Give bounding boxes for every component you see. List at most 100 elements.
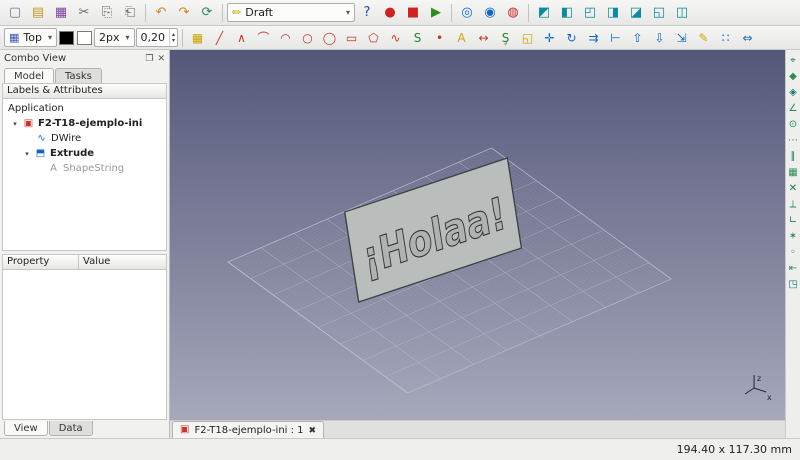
zoom-box-icon[interactable]: ◉ [479,3,501,23]
3d-view-canvas[interactable]: ¡Holaa! z x [170,50,785,420]
status-bar: 194.40 x 117.30 mm [0,438,800,460]
snap-angle-icon[interactable]: ∠ [786,102,800,116]
line-width-selector[interactable]: 2px ▾ [93,28,135,47]
spin-down-icon[interactable]: ▾ [172,37,175,44]
cut-icon[interactable]: ✂ [73,3,95,23]
view-bottom-icon[interactable]: ◱ [648,3,670,23]
draft-fillet-icon[interactable]: ⌒ [253,29,274,47]
expand-arrow-icon[interactable]: ▾ [11,120,19,128]
property-view-tabs: View Data [2,420,167,438]
snap-intersection-icon[interactable]: ✕ [786,182,800,196]
new-file-icon[interactable]: ▢ [4,3,26,23]
zoom-fit-all-icon[interactable]: ◎ [456,3,478,23]
snap-perpendicular-icon[interactable]: ⟂ [786,198,800,212]
document-tab[interactable]: ▣ F2-T18-ejemplo-ini : 1 ✖ [172,421,325,438]
macro-stop-icon[interactable]: ■ [402,3,424,23]
redo-icon[interactable]: ↷ [173,3,195,23]
open-file-icon[interactable]: ▤ [27,3,49,23]
workbench-selector[interactable]: ✏ Draft ▾ [227,3,355,22]
macro-record-icon[interactable]: ● [379,3,401,23]
workbench-selector-value: Draft [245,6,273,19]
draft-polyline-icon[interactable]: ∧ [231,29,252,47]
snap-near-icon[interactable]: ◦ [786,246,800,260]
macro-play-icon[interactable]: ▶ [425,3,447,23]
refresh-icon[interactable]: ⟳ [196,3,218,23]
undo-icon[interactable]: ↶ [150,3,172,23]
tab-data[interactable]: Data [48,421,93,436]
view-left-icon[interactable]: ◫ [671,3,693,23]
draft-rectangle-icon[interactable]: ▭ [341,29,362,47]
view-front-icon[interactable]: ◧ [556,3,578,23]
tab-view[interactable]: View [4,421,48,436]
close-tab-icon[interactable]: ✖ [309,425,317,436]
scale-spinbox[interactable]: 0,20 ▴ ▾ [135,28,179,47]
snap-center-icon[interactable]: ⊙ [786,118,800,132]
draft-scale-icon[interactable]: ⇲ [671,29,692,47]
3d-viewport[interactable]: ¡Holaa! z x [170,50,785,420]
property-column-header[interactable]: Property [2,254,78,270]
toolbar-standard: ▢ ▤ ▦ ✂ ⎘ ⎗ ↶ ↷ ⟳ ✏ Draft ▾ ? ● ■ ▶ ◎ ◉ ◍ ◩ ◧ ◰ ◨ ◪ ◱ ◫ [0,0,800,26]
tree-item-dwire[interactable]: ∿ DWire [3,131,166,146]
draft-trimex-icon[interactable]: ⊢ [605,29,626,47]
float-panel-icon[interactable]: ❐ [145,54,153,64]
draft-point-icon[interactable]: • [429,29,450,47]
draft-line-icon[interactable]: ╱ [209,29,230,47]
draft-ellipse-icon[interactable]: ◯ [319,29,340,47]
draft-mirror-icon[interactable]: ⇔ [737,29,758,47]
draft-arc-icon[interactable]: ◠ [275,29,296,47]
snap-endpoint-icon[interactable]: ◆ [786,70,800,84]
snap-ortho-icon[interactable]: ∟ [786,214,800,228]
tree-item-extrude[interactable]: ▾ ⬒ Extrude [3,146,166,161]
snap-extension-icon[interactable]: ⋯ [786,134,800,148]
draw-style-icon[interactable]: ◍ [502,3,524,23]
standard-views-group: ◩ ◧ ◰ ◨ ◪ ◱ ◫ [533,3,693,23]
draft-facebinder-icon[interactable]: ◱ [517,29,538,47]
tab-tasks[interactable]: Tasks [55,68,102,83]
draft-offset-icon[interactable]: ⇉ [583,29,604,47]
snap-midpoint-icon[interactable]: ◈ [786,86,800,100]
expand-arrow-icon[interactable]: ▾ [23,150,31,158]
view-top-icon[interactable]: ◰ [579,3,601,23]
snap-workingplane-icon[interactable]: ◳ [786,278,800,292]
draft-downgrade-icon[interactable]: ⇩ [649,29,670,47]
tree-item-document[interactable]: ▾ ▣ F2-T18-ejemplo-ini [3,116,166,131]
macro-toolbar-group: ? ● ■ ▶ [356,3,447,23]
draft-edit-icon[interactable]: ✎ [693,29,714,47]
draft-polygon-icon[interactable]: ⬠ [363,29,384,47]
working-plane-selector[interactable]: ▦ Top ▾ [4,28,57,47]
draft-bezier-icon[interactable]: S [407,29,428,47]
draft-move-icon[interactable]: ✛ [539,29,560,47]
face-color-swatch[interactable] [76,30,92,45]
snap-special-icon[interactable]: ✶ [786,230,800,244]
chevron-down-icon: ▾ [47,33,52,42]
draft-bspline-icon[interactable]: ∿ [385,29,406,47]
property-table-body [2,270,167,420]
value-column-header[interactable]: Value [78,254,167,270]
draft-shapestring-icon[interactable]: Ş [495,29,516,47]
tree-item-application[interactable]: Application [3,101,166,116]
draft-rotate-icon[interactable]: ↻ [561,29,582,47]
draft-text-icon[interactable]: A [451,29,472,47]
view-isometric-icon[interactable]: ◩ [533,3,555,23]
snap-parallel-icon[interactable]: ∥ [786,150,800,164]
close-panel-icon[interactable]: ✕ [157,54,165,64]
whats-this-icon[interactable]: ? [356,3,378,23]
copy-icon[interactable]: ⎘ [96,3,118,23]
grid-plane-icon: ▦ [9,31,20,44]
snap-lock-icon[interactable]: ⌖ [786,54,800,68]
tree-item-shapestring[interactable]: A ShapeString [3,161,166,176]
tab-model[interactable]: Model [4,68,55,83]
view-rear-icon[interactable]: ◪ [625,3,647,23]
paste-icon[interactable]: ⎗ [119,3,141,23]
working-plane-value: Top [23,31,42,44]
draft-dimension-icon[interactable]: ↔ [473,29,494,47]
snap-dimensions-icon[interactable]: ⇤ [786,262,800,276]
save-icon[interactable]: ▦ [50,3,72,23]
draft-array-icon[interactable]: ∷ [715,29,736,47]
view-right-icon[interactable]: ◨ [602,3,624,23]
line-color-swatch[interactable] [58,30,74,45]
draft-circle-icon[interactable]: ○ [297,29,318,47]
draft-upgrade-icon[interactable]: ⇧ [627,29,648,47]
snap-toggle-icon[interactable]: ▦ [187,29,208,47]
snap-grid-icon[interactable]: ▦ [786,166,800,180]
